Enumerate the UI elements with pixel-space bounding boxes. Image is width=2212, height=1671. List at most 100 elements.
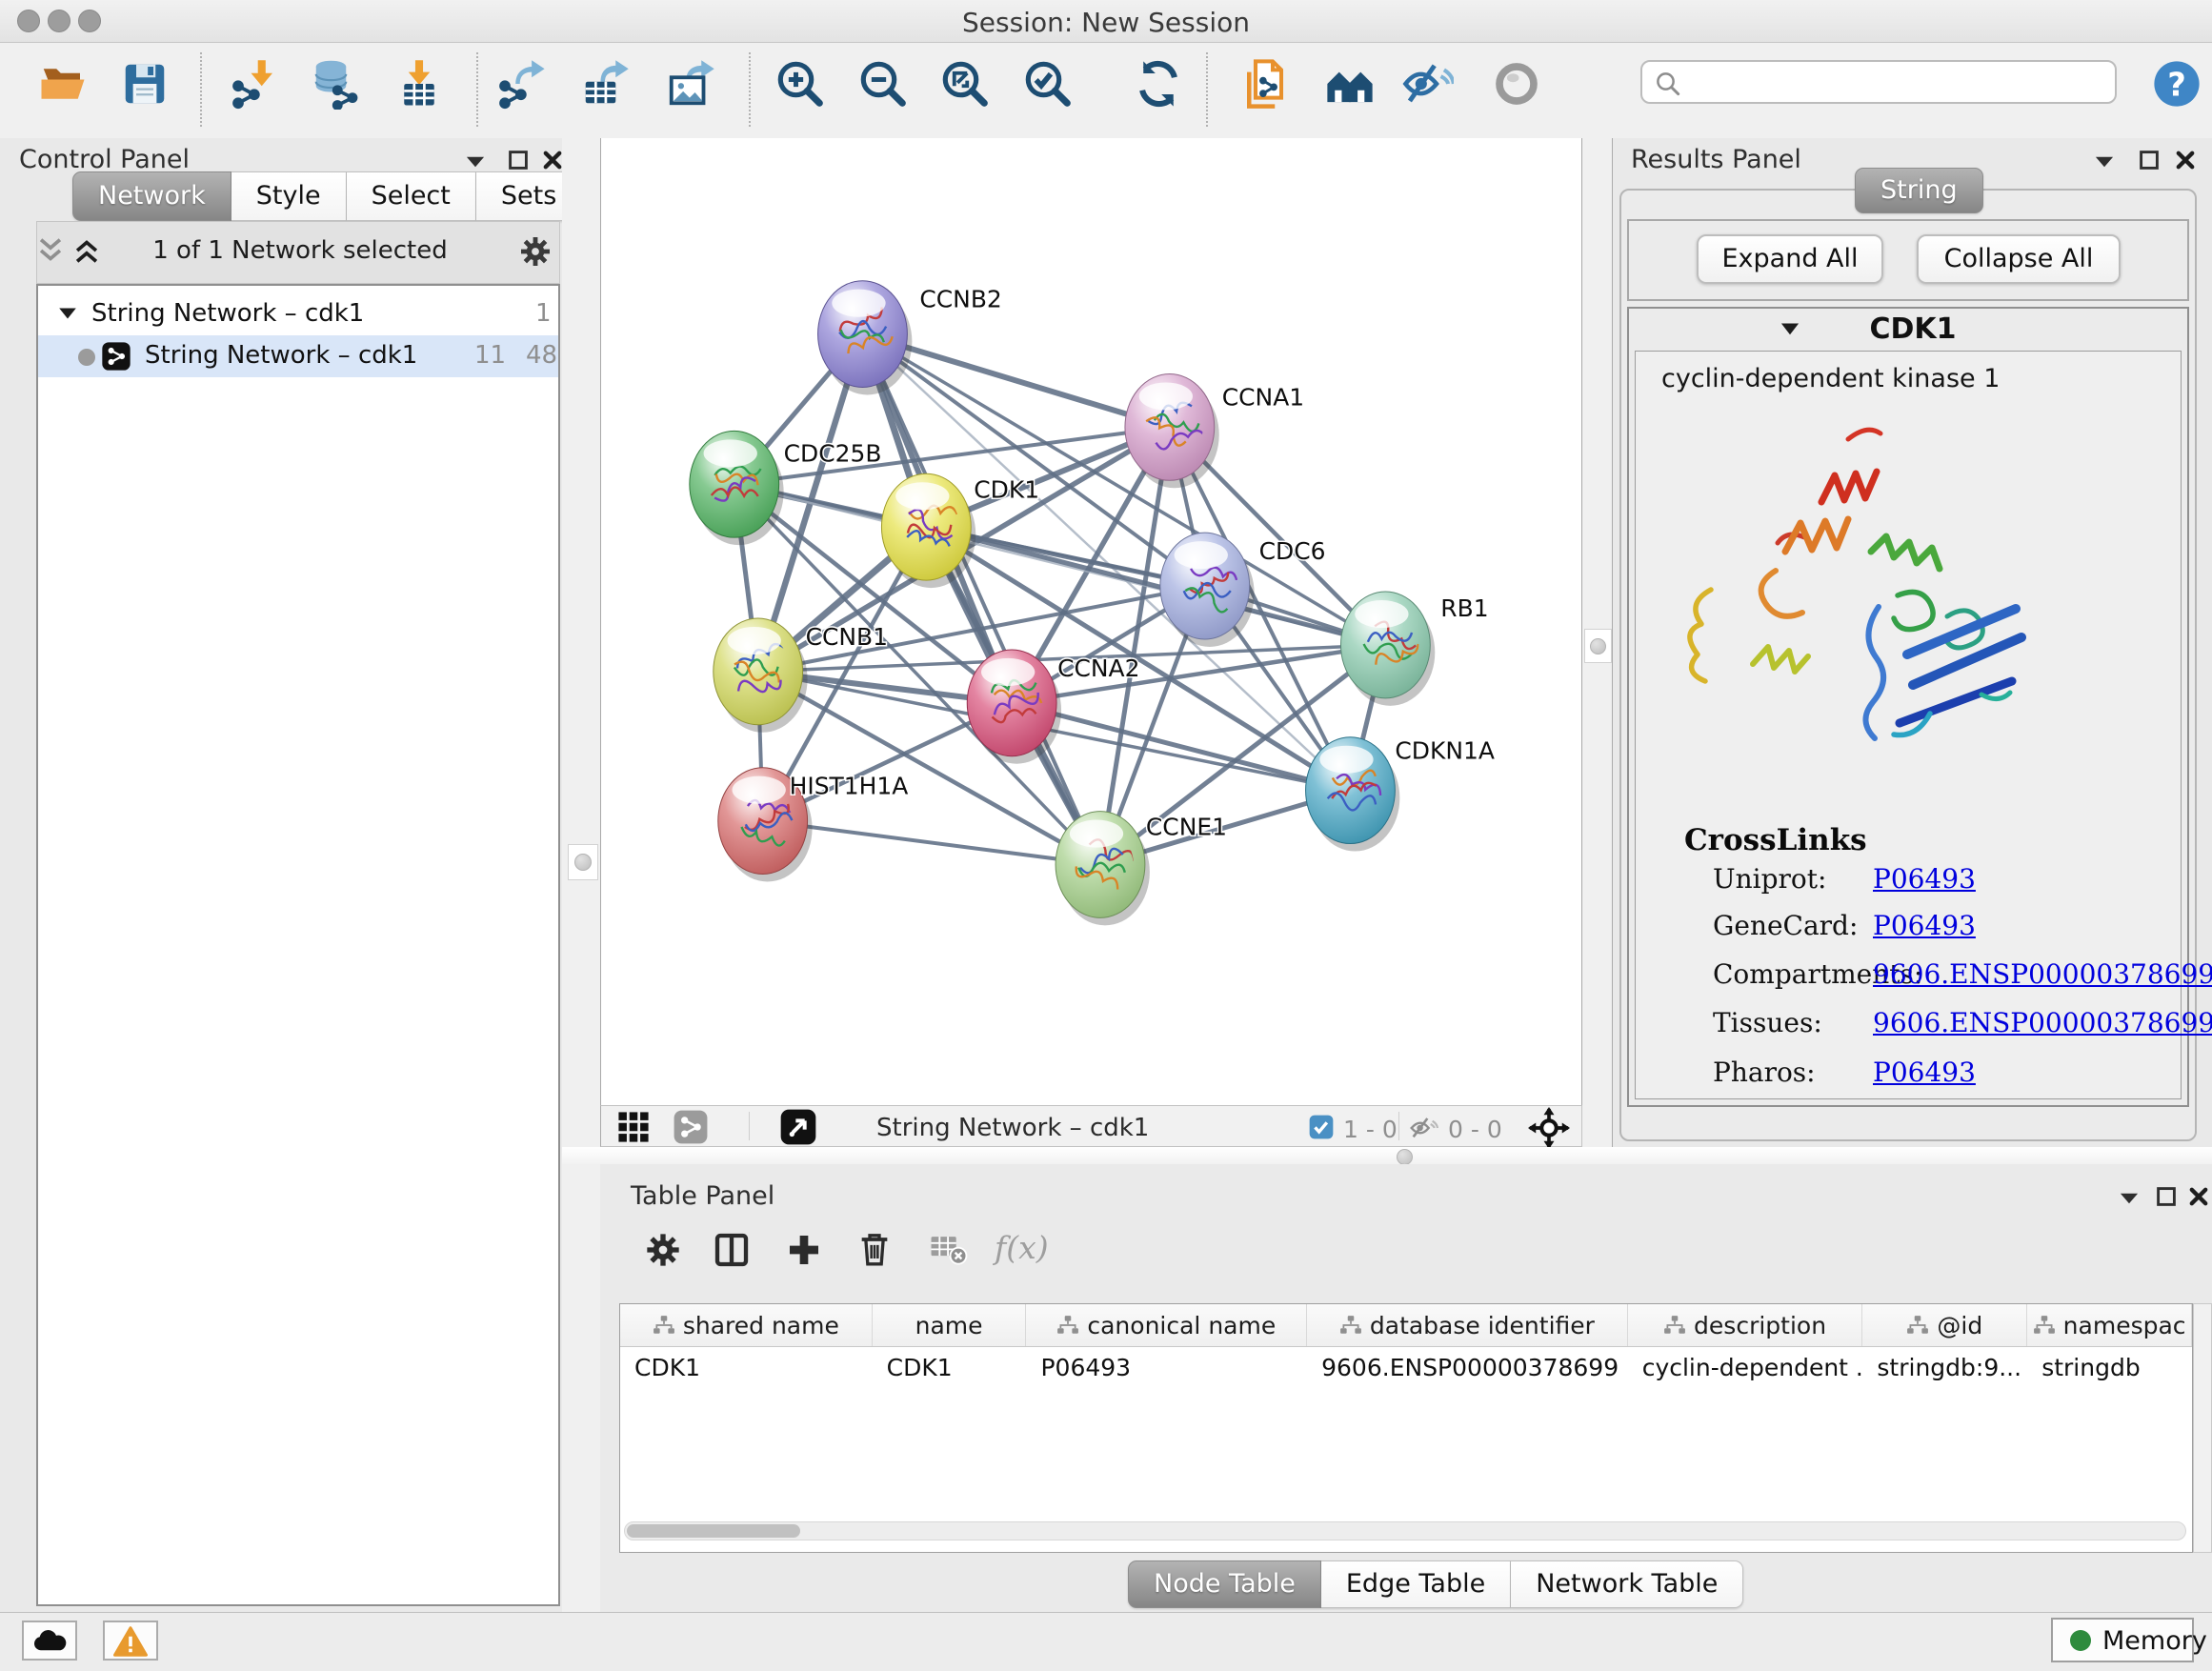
tab-style[interactable]: Style bbox=[231, 171, 347, 221]
crosslink-link[interactable]: 9606.ENSP00000378699 bbox=[1873, 1007, 2212, 1038]
tree-expand-icon[interactable] bbox=[57, 305, 78, 322]
table-cell[interactable]: CDK1 bbox=[620, 1347, 873, 1389]
table-options-gear-icon[interactable] bbox=[644, 1231, 682, 1269]
delete-table-icon[interactable] bbox=[930, 1233, 968, 1267]
node-CDK1[interactable] bbox=[881, 473, 975, 588]
collapse-all-icon[interactable] bbox=[34, 234, 67, 267]
return-to-gallery-icon[interactable] bbox=[1324, 58, 1376, 110]
table-panel-menu-icon[interactable] bbox=[2117, 1189, 2142, 1208]
zoom-out-icon[interactable] bbox=[857, 58, 909, 110]
node-CCNA1[interactable] bbox=[1125, 374, 1219, 489]
save-session-icon[interactable] bbox=[119, 58, 171, 110]
function-builder-icon[interactable]: f(x) bbox=[995, 1229, 1049, 1266]
column-header-shared-name[interactable]: shared name bbox=[620, 1304, 873, 1346]
results-panel-menu-icon[interactable] bbox=[2092, 152, 2117, 171]
import-network-file-icon[interactable] bbox=[230, 58, 281, 110]
table-cell[interactable]: stringdb bbox=[2027, 1347, 2192, 1389]
network-node-count: 11 bbox=[474, 341, 506, 370]
node-RB1[interactable] bbox=[1340, 592, 1435, 706]
table-cell[interactable]: stringdb:9... bbox=[1862, 1347, 2027, 1389]
network-graph[interactable]: CCNB2CCNA1CDC25BCDK1CDC6RB1CCNB1CCNA2CDK… bbox=[601, 138, 1581, 1103]
column-header-name[interactable]: name bbox=[873, 1304, 1027, 1346]
column-header-canonical-name[interactable]: canonical name bbox=[1026, 1304, 1307, 1346]
column-header-namespac[interactable]: namespac bbox=[2027, 1304, 2192, 1346]
birds-eye-toggle-icon[interactable] bbox=[1528, 1107, 1570, 1149]
table-vscrollbar[interactable] bbox=[2193, 1303, 2212, 1553]
network-view-icon[interactable] bbox=[673, 1109, 709, 1145]
tab-edge-table[interactable]: Edge Table bbox=[1321, 1560, 1511, 1608]
tab-network-table[interactable]: Network Table bbox=[1511, 1560, 1743, 1608]
memory-button[interactable]: Memory bbox=[2051, 1618, 2194, 1662]
crosslink-link[interactable]: P06493 bbox=[1873, 910, 1976, 941]
node-CCNE1[interactable] bbox=[1056, 812, 1150, 926]
network-canvas[interactable]: CCNB2CCNA1CDC25BCDK1CDC6RB1CCNB1CCNA2CDK… bbox=[600, 138, 1582, 1105]
table-cell[interactable]: 9606.ENSP00000378699 bbox=[1307, 1347, 1628, 1389]
show-columns-icon[interactable] bbox=[713, 1231, 751, 1269]
open-in-window-icon[interactable] bbox=[779, 1108, 817, 1146]
network-collection-row[interactable]: String Network – cdk1 1 bbox=[38, 293, 558, 335]
delete-column-icon[interactable] bbox=[855, 1229, 894, 1269]
crosslink-link[interactable]: P06493 bbox=[1873, 1057, 1976, 1088]
collapse-all-button[interactable]: Collapse All bbox=[1917, 234, 2121, 284]
results-panel-close-icon[interactable] bbox=[2174, 149, 2197, 171]
tab-network[interactable]: Network bbox=[72, 171, 231, 221]
tab-string[interactable]: String bbox=[1855, 168, 1983, 213]
refresh-icon[interactable] bbox=[1133, 58, 1184, 110]
node-CCNB1[interactable] bbox=[714, 618, 808, 733]
zoom-fit-icon[interactable] bbox=[939, 58, 991, 110]
results-panel-float-icon[interactable] bbox=[2138, 149, 2161, 171]
entry-collapse-icon[interactable] bbox=[1778, 320, 1802, 339]
left-splitter-handle[interactable] bbox=[568, 844, 598, 880]
hscroll-thumb[interactable] bbox=[627, 1524, 800, 1538]
table-panel-float-icon[interactable] bbox=[2155, 1185, 2178, 1208]
column-header-database-identifier[interactable]: database identifier bbox=[1307, 1304, 1628, 1346]
table-hscrollbar[interactable] bbox=[624, 1521, 2186, 1540]
import-table-icon[interactable] bbox=[393, 58, 445, 110]
column-header--id[interactable]: @id bbox=[1862, 1304, 2027, 1346]
import-network-database-icon[interactable] bbox=[310, 58, 361, 110]
help-icon[interactable]: ? bbox=[2151, 58, 2202, 110]
node-CDKN1A[interactable] bbox=[1306, 737, 1400, 852]
search-input[interactable] bbox=[1692, 65, 2105, 99]
expand-all-button[interactable]: Expand All bbox=[1697, 234, 1883, 284]
control-panel-menu-icon[interactable] bbox=[463, 152, 488, 171]
export-table-icon[interactable] bbox=[579, 58, 631, 110]
export-network-icon[interactable] bbox=[496, 58, 548, 110]
network-row-selected[interactable]: String Network – cdk1 11 48 bbox=[38, 335, 558, 377]
svg-text:?: ? bbox=[2167, 66, 2186, 103]
table-panel-close-icon[interactable] bbox=[2187, 1185, 2210, 1208]
crosslink-link[interactable]: 9606.ENSP00000378699 bbox=[1873, 958, 2212, 990]
table-cell[interactable]: CDK1 bbox=[873, 1347, 1027, 1389]
new-network-from-selection-icon[interactable] bbox=[1238, 58, 1290, 110]
hide-selected-icon[interactable] bbox=[1402, 58, 1454, 110]
node-CDC6[interactable] bbox=[1160, 533, 1255, 647]
warning-button[interactable] bbox=[103, 1621, 158, 1661]
tab-select[interactable]: Select bbox=[347, 171, 476, 221]
table-cell[interactable]: cyclin-dependent ... bbox=[1628, 1347, 1863, 1389]
node-CCNB2[interactable] bbox=[818, 281, 913, 395]
control-panel-float-icon[interactable] bbox=[507, 149, 530, 171]
show-all-icon[interactable] bbox=[1491, 58, 1542, 110]
add-column-icon[interactable] bbox=[785, 1231, 823, 1269]
table-row[interactable]: CDK1CDK1P064939606.ENSP00000378699cyclin… bbox=[620, 1347, 2192, 1389]
cloud-button[interactable] bbox=[22, 1621, 77, 1661]
hidden-eye-icon[interactable] bbox=[1408, 1113, 1440, 1143]
export-image-icon[interactable] bbox=[665, 58, 716, 110]
table-cell[interactable]: P06493 bbox=[1026, 1347, 1307, 1389]
node-CCNA2[interactable] bbox=[967, 650, 1061, 764]
right-splitter-handle[interactable] bbox=[1584, 629, 1612, 663]
selected-checkbox-icon[interactable] bbox=[1309, 1115, 1334, 1139]
node-CDC25B[interactable] bbox=[690, 431, 784, 545]
edge-HIST1H1A-CCNE1[interactable] bbox=[763, 821, 1100, 865]
grid-view-icon[interactable] bbox=[617, 1111, 650, 1143]
crosslink-link[interactable]: P06493 bbox=[1873, 863, 1976, 895]
network-options-gear-icon[interactable] bbox=[518, 234, 553, 269]
zoom-selected-icon[interactable] bbox=[1022, 58, 1074, 110]
zoom-in-icon[interactable] bbox=[774, 58, 826, 110]
expand-all-icon[interactable] bbox=[70, 234, 103, 267]
open-file-icon[interactable] bbox=[37, 58, 89, 110]
horizontal-splitter[interactable] bbox=[562, 1147, 2212, 1164]
control-panel-close-icon[interactable] bbox=[541, 149, 564, 171]
tab-node-table[interactable]: Node Table bbox=[1128, 1560, 1321, 1608]
column-header-description[interactable]: description bbox=[1628, 1304, 1863, 1346]
